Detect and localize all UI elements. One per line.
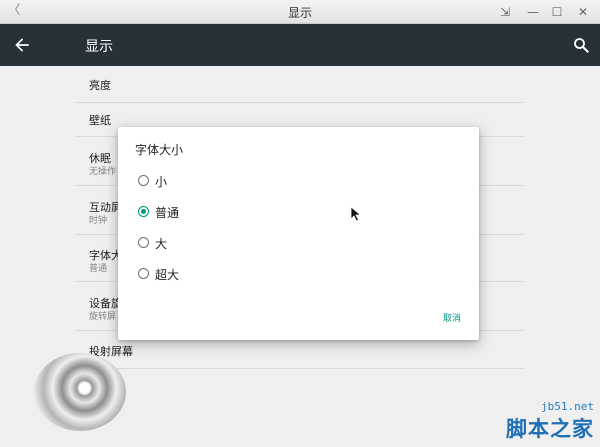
dialog-title: 字体大小: [135, 143, 184, 157]
radio-unchecked-icon[interactable]: [138, 237, 149, 248]
watermark-url: jb51.net: [541, 400, 594, 413]
radio-unchecked-icon[interactable]: [138, 268, 149, 279]
maximize-button[interactable]: ☐: [548, 3, 566, 21]
option-label: 小: [155, 175, 168, 189]
watermark: jb51.net 脚本之家: [506, 400, 594, 443]
page-title: 显示: [85, 39, 113, 55]
option-label: 普通: [155, 206, 180, 220]
cancel-button[interactable]: 取消: [443, 311, 461, 324]
watermark-name: 脚本之家: [506, 417, 594, 441]
radio-unchecked-icon[interactable]: [138, 175, 149, 186]
search-icon[interactable]: [572, 36, 590, 54]
app-bar: 显示: [0, 24, 600, 66]
option-label: 超大: [155, 268, 180, 282]
close-button[interactable]: ✕: [574, 3, 592, 21]
decorative-swirl-icon: [34, 353, 126, 431]
option-label: 大: [155, 237, 168, 251]
radio-checked-icon[interactable]: [138, 206, 149, 217]
minimize-button[interactable]: —: [524, 3, 542, 21]
window-titlebar: 〈 显示 ⇲ — ☐ ✕: [0, 0, 600, 24]
arrow-back-icon[interactable]: [12, 35, 32, 55]
font-size-dialog: 字体大小 小 普通 大 超大 取消: [118, 127, 479, 340]
resize-icon[interactable]: ⇲: [496, 3, 514, 21]
mouse-pointer-icon: [350, 206, 362, 222]
